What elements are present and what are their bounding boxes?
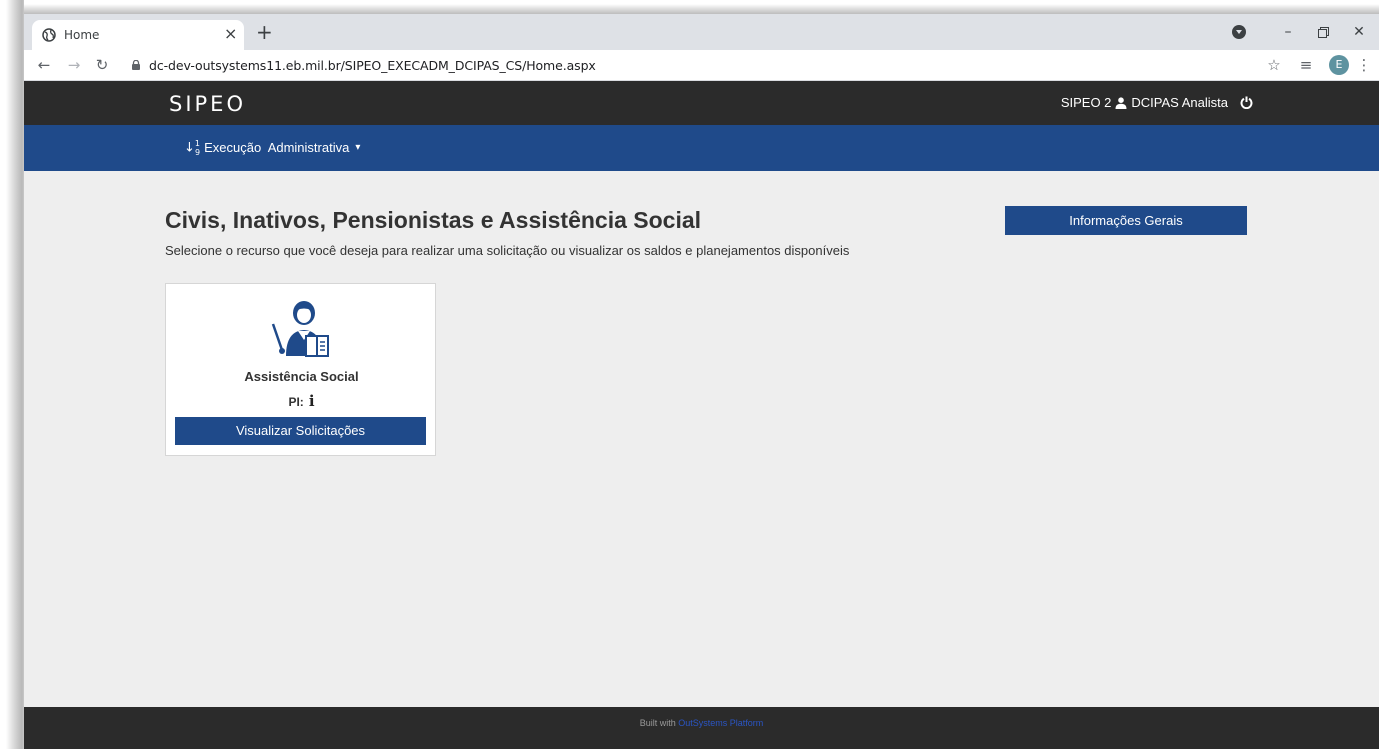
- tab-search-icon[interactable]: [1232, 25, 1246, 39]
- close-window-icon[interactable]: ✕: [1344, 20, 1374, 44]
- teacher-reading-icon: [271, 301, 329, 357]
- profile-avatar[interactable]: E: [1329, 55, 1349, 75]
- globe-icon: [42, 28, 56, 42]
- info-icon[interactable]: i: [309, 392, 315, 410]
- app-header: SIPEO SIPEO 2 DCIPAS Analista: [24, 81, 1379, 125]
- card-pi: PI: i: [166, 392, 437, 410]
- user-icon: [1115, 96, 1127, 109]
- menu-item-label: Execução Administrativa: [204, 140, 350, 156]
- logout-power-icon[interactable]: [1240, 96, 1253, 109]
- pi-label: PI:: [288, 395, 304, 409]
- lock-icon[interactable]: [132, 60, 140, 70]
- page-subtitle: Selecione o recurso que você deseja para…: [165, 243, 850, 258]
- resource-card-assistencia-social: Assistência Social PI: i Visualizar Soli…: [165, 283, 436, 456]
- bookmark-star-icon[interactable]: ☆: [1264, 55, 1284, 75]
- informacoes-gerais-button[interactable]: Informações Gerais: [1005, 206, 1247, 235]
- browser-toolbar: ← → ↻ dc-dev-outsystems11.eb.mil.br/SIPE…: [24, 50, 1379, 81]
- page-title: Civis, Inativos, Pensionistas e Assistên…: [165, 207, 702, 233]
- tab-strip: Home × + – ✕: [24, 14, 1379, 50]
- user-area: SIPEO 2 DCIPAS Analista: [1061, 95, 1253, 110]
- address-bar[interactable]: dc-dev-outsystems11.eb.mil.br/SIPEO_EXEC…: [149, 58, 596, 73]
- menu-kebab-icon[interactable]: ⋮: [1354, 55, 1374, 75]
- card-title: Assistência Social: [244, 369, 359, 384]
- tab-home[interactable]: Home ×: [32, 20, 244, 50]
- screenshot-border-top: [0, 0, 1379, 14]
- reading-list-icon[interactable]: ≡: [1296, 55, 1316, 75]
- footer-link[interactable]: OutSystems Platform: [678, 718, 763, 728]
- main-menu-bar: ↓19 Execução Administrativa ▾: [24, 125, 1379, 171]
- tab-close-icon[interactable]: ×: [224, 25, 237, 43]
- forward-icon[interactable]: →: [64, 55, 84, 75]
- footer-prefix: Built with: [639, 718, 676, 728]
- user-name[interactable]: DCIPAS Analista: [1131, 95, 1228, 110]
- visualizar-solicitacoes-button[interactable]: Visualizar Solicitações: [175, 417, 426, 445]
- footer: Built with OutSystems Platform: [24, 707, 1379, 749]
- back-icon[interactable]: ←: [34, 55, 54, 75]
- menu-execucao-administrativa[interactable]: ↓19 Execução Administrativa ▾: [184, 139, 360, 157]
- reload-icon[interactable]: ↻: [92, 55, 112, 75]
- screenshot-border-left: [0, 0, 24, 749]
- sipeo-logo[interactable]: SIPEO: [169, 92, 246, 116]
- restore-icon[interactable]: [1308, 20, 1338, 44]
- chevron-down-icon: ▾: [355, 142, 361, 154]
- browser-window: Home × + – ✕ ← → ↻ dc-dev-outsystems11.e…: [24, 14, 1379, 749]
- main-content: Civis, Inativos, Pensionistas e Assistên…: [24, 171, 1379, 707]
- system-label: SIPEO 2: [1060, 95, 1112, 110]
- sort-numeric-icon: ↓19: [184, 139, 201, 157]
- minimize-icon[interactable]: –: [1273, 20, 1303, 44]
- new-tab-button[interactable]: +: [256, 20, 273, 44]
- tab-title: Home: [64, 28, 100, 42]
